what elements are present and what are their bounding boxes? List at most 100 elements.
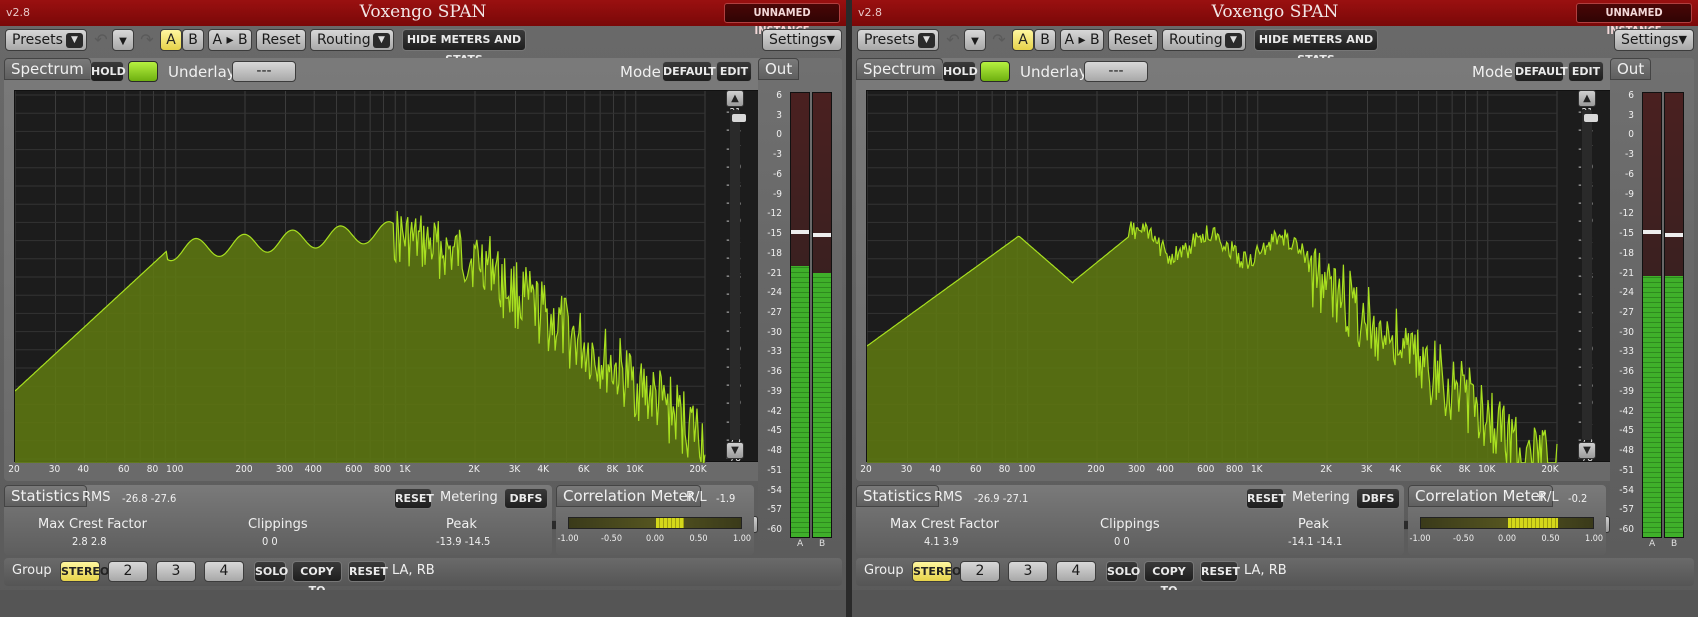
edit-button[interactable]: EDIT: [1568, 61, 1604, 82]
hide-meters-button[interactable]: HIDE METERS AND STATS: [402, 29, 526, 66]
hold-toggle[interactable]: [980, 61, 1010, 82]
preset-menu-button[interactable]: ▼: [112, 29, 134, 51]
meter-level-b: [1665, 275, 1683, 537]
tab-out[interactable]: Out: [758, 58, 800, 80]
meter-headroom: [1643, 93, 1661, 278]
scroll-up-icon[interactable]: ▲: [726, 90, 744, 107]
clippings-values: 0 0: [1114, 535, 1130, 548]
hold-button[interactable]: HOLD: [90, 61, 126, 82]
spectrum-panel: Spectrum HOLD Underlay --- Mode DEFAULT …: [856, 58, 1694, 533]
scroll-down-icon[interactable]: ▼: [726, 442, 744, 459]
routing-button[interactable]: Routing ▼: [1162, 29, 1246, 51]
a-button[interactable]: A: [160, 29, 182, 51]
b-button[interactable]: B: [1034, 29, 1056, 51]
scroll-up-icon[interactable]: ▲: [1578, 90, 1596, 107]
output-tick-label: -57: [767, 504, 782, 516]
metering-select[interactable]: DBFS: [1356, 488, 1400, 509]
frequency-tick-label: 40: [77, 464, 89, 475]
tab-correlation[interactable]: Correlation Meter: [1408, 485, 1553, 507]
tab-spectrum[interactable]: Spectrum: [856, 58, 943, 80]
chevron-down-icon: ▼: [119, 36, 127, 47]
vertical-scrollbar[interactable]: ▲ ▼: [1578, 90, 1598, 462]
solo-button[interactable]: SOLO: [254, 561, 288, 582]
peak-label: Peak: [1298, 517, 1329, 532]
group-2-button[interactable]: 2: [108, 561, 148, 582]
tab-statistics[interactable]: Statistics: [4, 485, 87, 507]
group-4-button[interactable]: 4: [1056, 561, 1096, 582]
undo-icon[interactable]: ↶: [944, 29, 962, 51]
undo-icon[interactable]: ↶: [92, 29, 110, 51]
settings-button[interactable]: Settings ▼: [1614, 29, 1694, 51]
mode-default-button[interactable]: DEFAULT: [662, 61, 716, 82]
vertical-scroll-thumb[interactable]: [1584, 114, 1598, 122]
presets-button[interactable]: Presets ▼: [857, 29, 939, 51]
a-button[interactable]: A: [1012, 29, 1034, 51]
redo-icon[interactable]: ↷: [138, 29, 156, 51]
group-4-button[interactable]: 4: [204, 561, 244, 582]
group-stereo-button[interactable]: STEREO: [60, 561, 109, 582]
tab-correlation[interactable]: Correlation Meter: [556, 485, 701, 507]
group-reset-button[interactable]: RESET: [1200, 561, 1240, 582]
scroll-down-icon[interactable]: ▼: [1578, 442, 1596, 459]
redo-icon[interactable]: ↷: [990, 29, 1008, 51]
instance-name-button[interactable]: UNNAMED INSTANCE: [724, 3, 840, 37]
correlation-tick-label: 0.00: [645, 534, 665, 544]
instance-name-button[interactable]: UNNAMED INSTANCE: [1576, 3, 1692, 37]
output-tick-label: -39: [767, 385, 782, 397]
reset-button[interactable]: Reset: [256, 29, 306, 51]
peak-values: -14.1 -14.1: [1288, 535, 1343, 548]
group-3-button[interactable]: 3: [156, 561, 196, 582]
settings-button[interactable]: Settings ▼: [762, 29, 842, 51]
spectrum-display[interactable]: -18-21-24-27-30-33-36-39-42-45-48-51-54-…: [866, 89, 1616, 464]
stats-reset-button[interactable]: RESET: [394, 488, 434, 509]
metering-select[interactable]: DBFS: [504, 488, 548, 509]
group-2-button[interactable]: 2: [960, 561, 1000, 582]
a-to-b-button[interactable]: A ▸ B: [208, 29, 252, 51]
output-tick-label: -3: [1625, 149, 1634, 161]
bottom-strip: [852, 590, 1698, 617]
vertical-scrollbar[interactable]: ▲ ▼: [726, 90, 746, 462]
output-tick-label: -54: [767, 484, 782, 496]
underlay-select[interactable]: ---: [232, 61, 296, 82]
copy-to-button[interactable]: COPY TO: [292, 561, 342, 597]
frequency-tick-label: 40: [929, 464, 941, 475]
tab-out[interactable]: Out: [1610, 58, 1652, 80]
a-to-b-button[interactable]: A ▸ B: [1060, 29, 1104, 51]
b-button[interactable]: B: [182, 29, 204, 51]
edit-button[interactable]: EDIT: [716, 61, 752, 82]
routing-button[interactable]: Routing ▼: [310, 29, 394, 51]
group-stereo-button[interactable]: STEREO: [912, 561, 961, 582]
frequency-tick-label: 3K: [1360, 464, 1373, 475]
reset-button[interactable]: Reset: [1108, 29, 1158, 51]
vertical-scroll-thumb[interactable]: [732, 114, 746, 122]
correlation-tick-label: -1.00: [557, 534, 579, 544]
group-reset-button[interactable]: RESET: [348, 561, 388, 582]
correlation-bar: [1420, 517, 1594, 529]
mode-default-button[interactable]: DEFAULT: [1514, 61, 1568, 82]
hold-toggle[interactable]: [128, 61, 158, 82]
tab-spectrum[interactable]: Spectrum: [4, 58, 91, 80]
tab-statistics[interactable]: Statistics: [856, 485, 939, 507]
output-tick-label: -24: [1619, 287, 1634, 299]
hold-button[interactable]: HOLD: [942, 61, 978, 82]
stats-reset-button[interactable]: RESET: [1246, 488, 1286, 509]
settings-label: Settings: [769, 32, 827, 48]
hide-meters-button[interactable]: HIDE METERS AND STATS: [1254, 29, 1378, 66]
rms-values: -26.8 -27.6: [122, 492, 177, 505]
frequency-tick-label: 4K: [1389, 464, 1402, 475]
output-tick-label: 3: [1628, 109, 1634, 121]
presets-button[interactable]: Presets ▼: [5, 29, 87, 51]
rl-label: R/L: [1538, 490, 1559, 505]
underlay-select[interactable]: ---: [1084, 61, 1148, 82]
solo-button[interactable]: SOLO: [1106, 561, 1140, 582]
group-3-button[interactable]: 3: [1008, 561, 1048, 582]
spectrum-display[interactable]: -18-21-24-27-30-33-36-39-42-45-48-51-54-…: [14, 89, 764, 464]
vertical-scroll-track[interactable]: [1582, 110, 1598, 440]
preset-menu-button[interactable]: ▼: [964, 29, 986, 51]
vertical-scroll-track[interactable]: [730, 110, 746, 440]
copy-to-button[interactable]: COPY TO: [1144, 561, 1194, 597]
output-tick-label: -21: [1619, 267, 1634, 279]
title-bar: v2.8 Voxengo SPAN UNNAMED INSTANCE: [0, 0, 846, 37]
output-tick-label: -18: [767, 247, 782, 259]
meter-headroom: [813, 93, 831, 275]
